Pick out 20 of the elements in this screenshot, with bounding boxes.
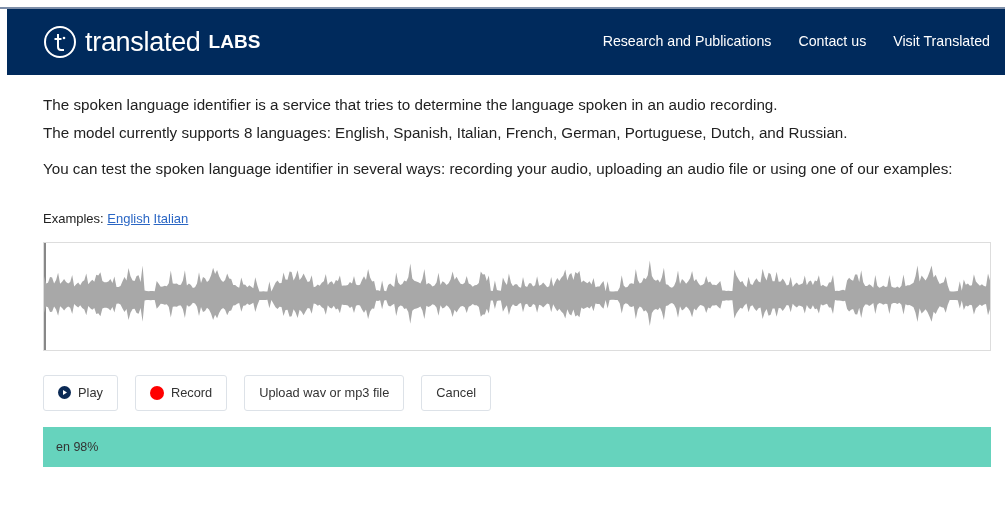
action-button[interactable]: Upload wav or mp3 file <box>244 374 405 411</box>
example-link[interactable]: English <box>107 211 150 226</box>
intro-text: The spoken language identifier is a service that tries to determine the language spoken in an audio recording. <box>43 95 779 115</box>
nav-link-item[interactable]: Visit Translated <box>893 31 990 53</box>
play-button[interactable]: Play <box>43 374 118 411</box>
nav-link-item[interactable]: Research and Publications <box>602 31 772 53</box>
logo-icon <box>43 25 77 59</box>
brand-name[interactable]: translated <box>85 21 201 63</box>
result-text: en 98% <box>56 439 99 454</box>
play-icon <box>58 386 71 399</box>
record-button[interactable]: Record <box>134 374 228 411</box>
brand-suffix: LABS <box>208 29 261 54</box>
example-link[interactable]: Italian <box>153 211 189 226</box>
action-button[interactable]: Cancel <box>421 374 492 411</box>
nav-link-item[interactable]: Contact us <box>798 31 867 53</box>
waveform-drawing[interactable] <box>43 241 991 351</box>
instructions-text: You can test the spoken language identifier in several ways: recording your audio, uploading an audio file or using one of our examples: <box>43 159 954 179</box>
examples-label: Examples: <box>43 211 104 226</box>
intro-text: The model currently supports 8 languages: English, Spanish, Italian, French, German, Portuguese, Dutch, and Russian. <box>43 123 849 143</box>
record-icon <box>149 385 164 400</box>
